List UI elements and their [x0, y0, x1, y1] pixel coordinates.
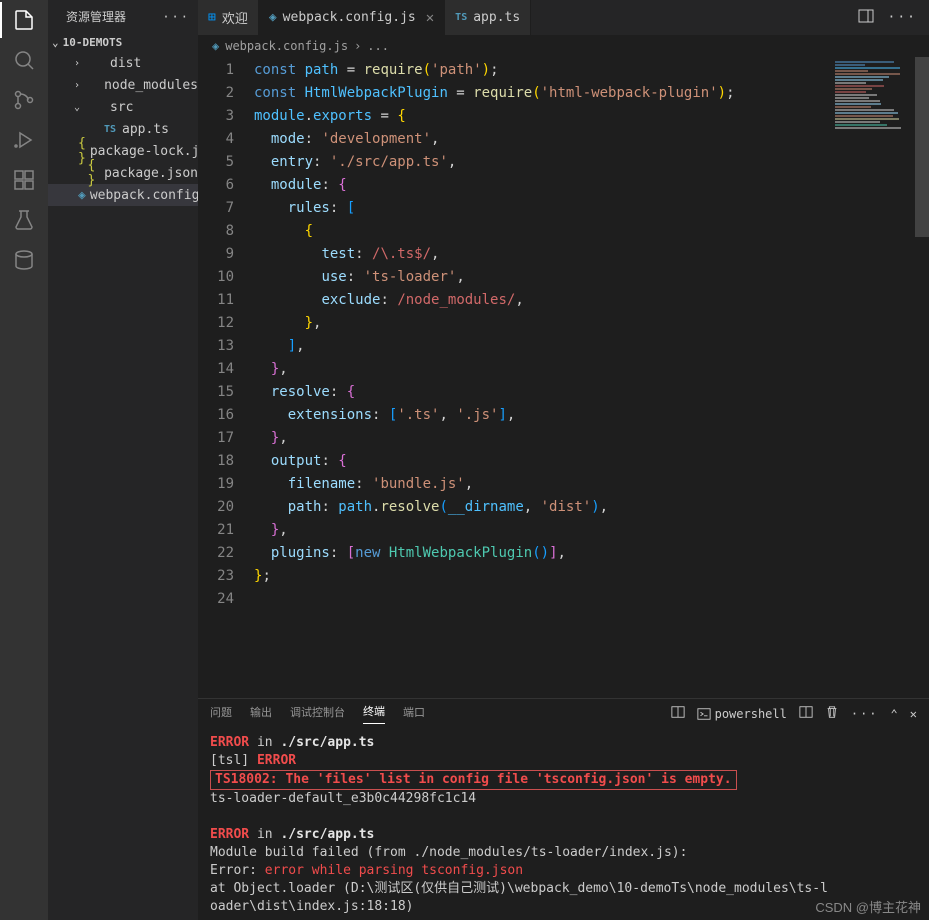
terminal-tab[interactable]: 终端	[363, 703, 385, 724]
trash-icon[interactable]	[825, 705, 839, 722]
ext-db-icon[interactable]	[12, 248, 36, 272]
project-header[interactable]: ⌄ 10-DEMOTS	[48, 33, 198, 52]
file-item[interactable]: TSapp.ts	[48, 118, 198, 140]
sidebar: 资源管理器 ··· ⌄ 10-DEMOTS ›dist›node_modules…	[48, 0, 198, 920]
scrollbar-vertical[interactable]	[915, 57, 929, 698]
project-name: 10-DEMOTS	[63, 36, 123, 49]
terminal-tabs: 问题输出调试控制台终端端口 powershell ··· ⌃ ✕	[198, 699, 929, 728]
file-item[interactable]: { }package.json	[48, 162, 198, 184]
file-tree: ›dist›node_modules⌄srcTSapp.ts{ }package…	[48, 52, 198, 920]
sidebar-header: 资源管理器 ···	[48, 0, 198, 33]
breadcrumb[interactable]: ◈ webpack.config.js › ...	[198, 35, 929, 57]
terminal-tab[interactable]: 问题	[210, 704, 232, 724]
source-control-icon[interactable]	[12, 88, 36, 112]
close-tab-icon[interactable]: ✕	[426, 10, 434, 26]
tab-more-icon[interactable]: ···	[888, 10, 917, 25]
code-content[interactable]: const path = require('path');const HtmlW…	[254, 57, 929, 698]
file-item[interactable]: { }package-lock.json	[48, 140, 198, 162]
chevron-down-icon: ⌄	[52, 36, 59, 49]
breadcrumb-file: webpack.config.js	[225, 39, 348, 53]
sidebar-more-icon[interactable]: ···	[162, 10, 190, 24]
breadcrumb-more: ...	[367, 39, 389, 53]
file-item[interactable]: ◈webpack.config.js	[48, 184, 198, 206]
terminal-panel: 问题输出调试控制台终端端口 powershell ··· ⌃ ✕ ERROR i…	[198, 698, 929, 920]
terminal-actions: powershell ··· ⌃ ✕	[671, 705, 917, 722]
split-right-icon[interactable]	[858, 8, 874, 28]
split-terminal-icon[interactable]	[799, 705, 813, 722]
watermark: CSDN @博主花神	[815, 897, 921, 916]
folder-item[interactable]: ⌄src	[48, 96, 198, 118]
code-editor[interactable]: 123456789101112131415161718192021222324 …	[198, 57, 929, 698]
terminal-tab[interactable]: 端口	[403, 704, 425, 724]
editor-tab[interactable]: ⊞欢迎	[198, 0, 259, 35]
line-gutter: 123456789101112131415161718192021222324	[198, 57, 254, 698]
webpack-icon: ◈	[212, 39, 219, 53]
explorer-icon[interactable]	[12, 8, 36, 32]
folder-item[interactable]: ›node_modules	[48, 74, 198, 96]
test-icon[interactable]	[12, 208, 36, 232]
editor-tab[interactable]: ◈webpack.config.js✕	[259, 0, 445, 35]
extensions-icon[interactable]	[12, 168, 36, 192]
tab-bar: ⊞欢迎◈webpack.config.js✕TSapp.ts ···	[198, 0, 929, 35]
chevron-right-icon: ›	[354, 39, 361, 53]
chevron-up-icon[interactable]: ⌃	[891, 707, 898, 721]
terminal-tab[interactable]: 输出	[250, 704, 272, 724]
terminal-body[interactable]: ERROR in ./src/app.ts[tsl] ERROR TS18002…	[198, 728, 929, 920]
sidebar-title: 资源管理器	[66, 8, 126, 25]
search-icon[interactable]	[12, 48, 36, 72]
terminal-shell-selector[interactable]: powershell	[697, 707, 787, 721]
terminal-tab[interactable]: 调试控制台	[290, 704, 345, 724]
split-editor-icon[interactable]	[671, 705, 685, 722]
terminal-more-icon[interactable]: ···	[851, 707, 879, 721]
minimap[interactable]	[835, 61, 915, 131]
editor-tab[interactable]: TSapp.ts	[445, 0, 531, 35]
activity-bar	[0, 0, 48, 920]
close-panel-icon[interactable]: ✕	[910, 707, 917, 721]
debug-icon[interactable]	[12, 128, 36, 152]
folder-item[interactable]: ›dist	[48, 52, 198, 74]
